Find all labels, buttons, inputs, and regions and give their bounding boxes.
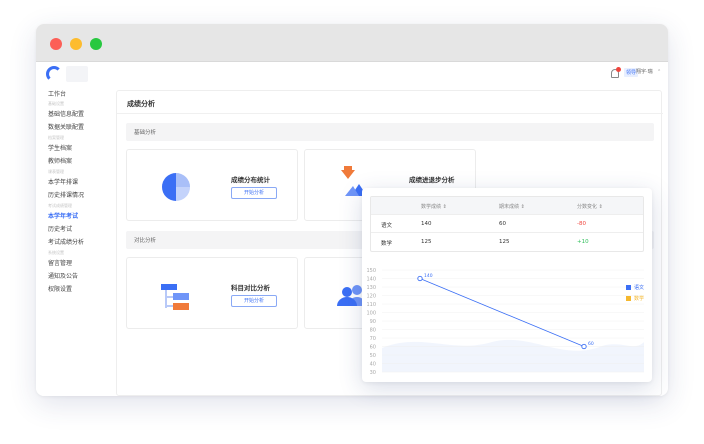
score-table: 数学成绩 ⇕ 期末成绩 ⇕ 分数变化 ⇕ 语文 140 60 -80 数学 12… (370, 196, 644, 252)
sidebar-item[interactable]: 本学年考试 (48, 211, 78, 220)
score-cell: 140 (421, 221, 432, 227)
y-tick-label: 100 (366, 310, 376, 316)
window-minimize-button[interactable] (70, 38, 82, 50)
legend-label: 语文 (634, 285, 645, 291)
sidebar-item[interactable]: 基础信息配置 (48, 109, 84, 118)
pie-chart-icon (162, 173, 190, 201)
legend-label: 数学 (634, 296, 645, 302)
sidebar-item[interactable]: 留言管理 (48, 258, 72, 267)
y-tick-label: 110 (366, 302, 376, 308)
legend-item[interactable]: 语文 (626, 284, 644, 291)
change-cell: +10 (577, 239, 589, 245)
legend-swatch (626, 295, 631, 301)
sidebar-item[interactable]: 学生档案 (48, 143, 72, 152)
notification-badge (616, 67, 621, 72)
data-label: 60 (588, 341, 594, 347)
window-titlebar (36, 24, 668, 62)
y-tick-label: 50 (370, 353, 376, 359)
y-tick-label: 140 (366, 276, 376, 282)
y-tick-label: 90 (370, 319, 376, 325)
hierarchy-icon (161, 284, 189, 310)
analysis-popup: 数学成绩 ⇕ 期末成绩 ⇕ 分数变化 ⇕ 语文 140 60 -80 数学 12… (362, 188, 652, 382)
y-tick-label: 40 (370, 361, 376, 367)
sidebar-group-label: 课表管理 (48, 169, 64, 174)
card-score-distribution[interactable]: 成绩分布统计 开始分析 (126, 149, 298, 221)
sidebar-item[interactable]: 工作台 (48, 89, 66, 98)
card-title: 科目对比分析 (231, 284, 270, 292)
y-tick-label: 70 (370, 336, 376, 342)
table-header-row: 数学成绩 ⇕ 期末成绩 ⇕ 分数变化 ⇕ (371, 197, 643, 215)
sidebar-item[interactable]: 教师档案 (48, 156, 72, 165)
divider (117, 113, 663, 114)
sidebar-item[interactable]: 考试成绩分析 (48, 237, 84, 246)
card-title: 成绩进退步分析 (409, 176, 455, 184)
data-label: 140 (424, 273, 433, 279)
change-cell: -80 (577, 221, 586, 227)
y-tick-label: 30 (370, 370, 376, 376)
y-tick-label: 80 (370, 327, 376, 333)
subject-cell: 数学 (381, 241, 393, 247)
sidebar-group-label: 系统设置 (48, 250, 64, 255)
chevron-down-icon[interactable]: ⌃ (657, 69, 661, 75)
column-header[interactable]: 分数变化 ⇕ (577, 203, 603, 210)
y-tick-label: 130 (366, 285, 376, 291)
sidebar-item[interactable]: 通知及公告 (48, 271, 78, 280)
data-point[interactable] (581, 343, 587, 350)
sidebar-group-label: 档案管理 (48, 135, 64, 140)
app-header: 领导 翔宇·瑞 ⌃ (36, 62, 668, 86)
sidebar: 工作台基础设置基础信息配置 数据关联配置档案管理学生档案教师档案课表管理本学年排课… (36, 86, 110, 396)
section-basic: 基础分析 (126, 123, 654, 141)
legend-swatch (626, 284, 631, 290)
user-menu[interactable]: 翔宇·瑞 (636, 68, 653, 75)
sidebar-item[interactable]: 历史排课情况 (48, 190, 84, 199)
card-title: 成绩分布统计 (231, 176, 270, 184)
y-tick-label: 60 (370, 344, 376, 350)
legend-item[interactable]: 数学 (626, 295, 644, 302)
start-analysis-button[interactable]: 开始分析 (231, 295, 277, 307)
data-point[interactable] (417, 275, 423, 282)
window-maximize-button[interactable] (90, 38, 102, 50)
page-title: 成绩分析 (127, 100, 155, 108)
section-label: 基础分析 (134, 130, 157, 136)
chart-background-area (382, 339, 644, 372)
y-tick-label: 120 (366, 293, 376, 299)
line-chart: 150 140 130 120 110 100 90 80 70 60 50 40 30 140 60 (366, 268, 644, 376)
score-cell: 60 (499, 221, 506, 227)
sidebar-group-label: 考试成绩管理 (48, 203, 72, 208)
column-header[interactable]: 数学成绩 ⇕ (421, 203, 447, 210)
sidebar-item[interactable]: 数据关联配置 (48, 122, 84, 131)
column-header[interactable]: 期末成绩 ⇕ (499, 203, 525, 210)
table-row: 语文 140 60 -80 (371, 215, 643, 233)
y-tick-label: 150 (366, 268, 376, 274)
sidebar-item[interactable]: 本学年排课 (48, 177, 78, 186)
logo-icon (46, 66, 62, 82)
sidebar-group-label: 基础设置 (48, 101, 64, 106)
subject-cell: 语文 (381, 223, 393, 229)
score-cell: 125 (421, 239, 432, 245)
card-subject-compare[interactable]: 科目对比分析 开始分析 (126, 257, 298, 329)
logo-placeholder (66, 66, 88, 82)
score-cell: 125 (499, 239, 510, 245)
sidebar-item[interactable]: 历史考试 (48, 224, 72, 233)
start-analysis-button[interactable]: 开始分析 (231, 187, 277, 199)
window-close-button[interactable] (50, 38, 62, 50)
sidebar-item[interactable]: 权限设置 (48, 284, 72, 293)
table-row: 数学 125 125 +10 (371, 233, 643, 251)
section-label: 对比分析 (134, 238, 157, 244)
